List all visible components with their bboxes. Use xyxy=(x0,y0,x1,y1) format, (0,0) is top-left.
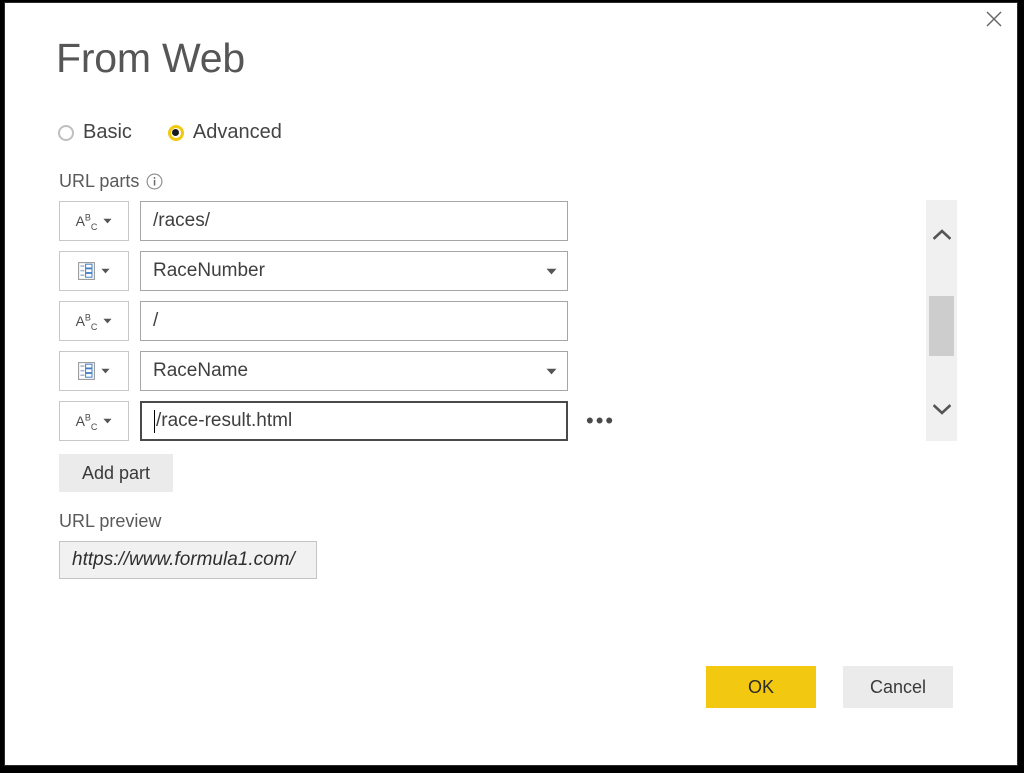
radio-option-advanced[interactable]: Advanced xyxy=(167,121,282,144)
url-part-parameter-combo[interactable]: RaceName xyxy=(140,351,568,391)
url-part-row: ABC/race-result.html ••• xyxy=(59,401,617,441)
chevron-down-icon xyxy=(932,403,951,415)
cancel-button[interactable]: Cancel xyxy=(843,666,953,708)
url-part-row: ABC / xyxy=(59,301,617,341)
url-parts-header: URL parts xyxy=(59,171,163,192)
url-part-type-selector[interactable] xyxy=(59,351,129,391)
url-preview-box: https://www.formula1.com/ xyxy=(59,541,317,579)
url-parts-scrollbar[interactable] xyxy=(926,200,957,441)
url-preview-label: URL preview xyxy=(59,511,162,531)
close-button[interactable] xyxy=(971,3,1017,35)
url-part-text-input[interactable]: / xyxy=(140,301,568,341)
scroll-up-button[interactable] xyxy=(926,216,957,252)
url-part-value: /race-result.html xyxy=(156,410,293,431)
url-parts-label: URL parts xyxy=(59,171,140,191)
url-part-value: RaceNumber xyxy=(153,260,265,281)
url-parts-list: ABC/races/RaceNumber ABC / RaceName ABC/race… xyxy=(59,201,617,451)
url-part-row: RaceName xyxy=(59,351,617,391)
page-title: From Web xyxy=(56,35,246,81)
scrollbar-thumb[interactable] xyxy=(929,296,954,356)
url-part-type-selector[interactable] xyxy=(59,251,129,291)
radio-label-basic: Basic xyxy=(83,121,132,143)
close-icon xyxy=(986,11,1002,27)
url-part-value: RaceName xyxy=(153,360,249,381)
chevron-down-icon xyxy=(103,318,113,324)
chevron-down-icon xyxy=(103,218,113,224)
mode-radio-group: Basic Advanced xyxy=(58,121,282,144)
chevron-up-icon xyxy=(932,228,951,240)
text-type-icon: ABC xyxy=(75,312,98,332)
add-part-button[interactable]: Add part xyxy=(59,454,173,492)
dialog-footer: OK Cancel xyxy=(5,666,1017,710)
url-part-type-selector[interactable]: ABC xyxy=(59,201,129,241)
scroll-down-button[interactable] xyxy=(926,391,957,427)
text-cursor xyxy=(154,409,155,433)
url-part-type-selector[interactable]: ABC xyxy=(59,301,129,341)
url-part-value: / xyxy=(153,310,159,331)
parameter-type-icon xyxy=(78,362,95,380)
info-icon[interactable] xyxy=(146,173,163,190)
chevron-down-icon xyxy=(546,268,557,274)
radio-label-advanced: Advanced xyxy=(192,121,282,143)
chevron-down-icon xyxy=(101,268,110,274)
url-part-row: RaceNumber xyxy=(59,251,617,291)
chevron-down-icon xyxy=(546,368,557,374)
text-type-icon: ABC xyxy=(75,212,98,232)
parameter-type-icon xyxy=(78,262,95,280)
url-part-row: ABC/races/ xyxy=(59,201,617,241)
url-part-type-selector[interactable]: ABC xyxy=(59,401,129,441)
ok-button[interactable]: OK xyxy=(706,666,816,708)
url-part-text-input[interactable]: /race-result.html xyxy=(140,401,568,441)
radio-mark-basic xyxy=(58,124,74,141)
more-options-button[interactable]: ••• xyxy=(584,406,617,436)
url-part-value: /races/ xyxy=(153,210,211,231)
text-type-icon: ABC xyxy=(75,412,98,432)
radio-mark-advanced xyxy=(167,124,184,141)
url-part-parameter-combo[interactable]: RaceNumber xyxy=(140,251,568,291)
chevron-down-icon xyxy=(103,418,113,424)
from-web-dialog: From Web Basic Advanced URL parts ABC/ra… xyxy=(4,2,1018,766)
chevron-down-icon xyxy=(101,368,110,374)
url-part-text-input[interactable]: /races/ xyxy=(140,201,568,241)
radio-option-basic[interactable]: Basic xyxy=(58,121,132,144)
url-preview-value: https://www.formula1.com/ xyxy=(72,549,295,570)
